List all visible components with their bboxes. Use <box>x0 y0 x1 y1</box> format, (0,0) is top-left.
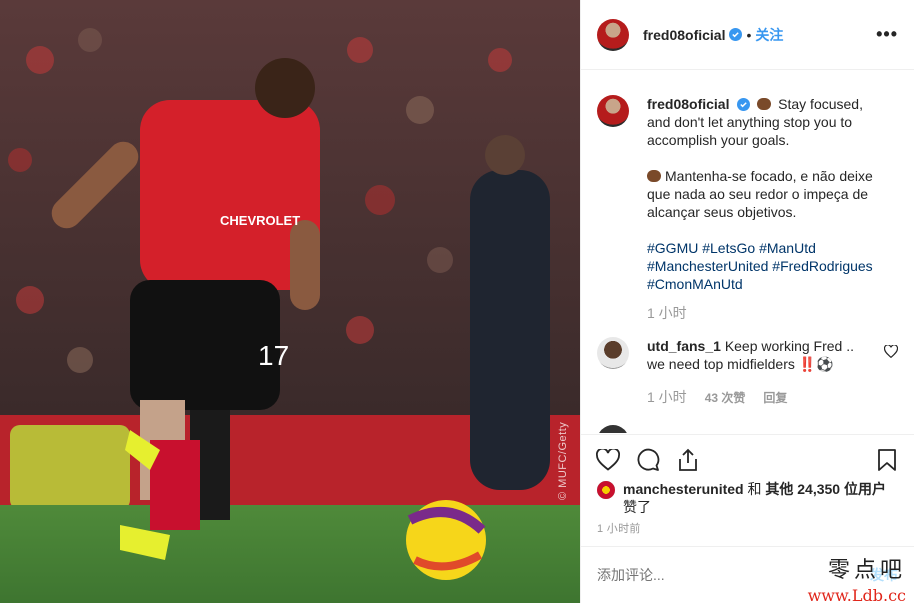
comment-meta: 1 小时 43 次赞 回复 <box>647 387 898 407</box>
verified-badge-icon <box>729 28 743 41</box>
commenter-username[interactable]: utd_fans_1 <box>647 338 721 354</box>
separator-dot: • <box>746 26 752 43</box>
likes-summary: manchesterunited 和 其他 24,350 位用户 赞了 <box>597 480 898 516</box>
caption: fred08oficial Stay focused, and don't le… <box>597 95 898 293</box>
hashtag-link[interactable]: #CmonMAnUtd <box>647 276 743 292</box>
comments-list[interactable]: fred08oficial Stay focused, and don't le… <box>581 71 914 433</box>
likes-count: 24,350 <box>797 481 841 497</box>
hashtag-link[interactable]: #ManUtd <box>759 240 816 256</box>
player-photo-illustration: CHEVROLET 17 <box>0 0 580 603</box>
bookmark-icon[interactable] <box>874 447 900 473</box>
author-username[interactable]: fred08oficial <box>643 27 725 43</box>
flexed-arm-emoji-icon <box>647 170 661 182</box>
liker-avatar[interactable] <box>597 481 615 499</box>
caption-text: fred08oficial Stay focused, and don't le… <box>647 95 883 293</box>
likes-and: 和 <box>747 481 762 497</box>
post-photo[interactable]: CHEVROLET 17 © MUFC/Getty <box>0 0 580 603</box>
caption-username[interactable]: fred08oficial <box>647 96 729 112</box>
heart-icon[interactable] <box>595 447 621 473</box>
post-timestamp[interactable]: 1 小时前 <box>597 520 641 536</box>
site-watermark-name: 零点吧 <box>827 558 906 583</box>
caption-portuguese-paragraph: Mantenha-se focado, e não deixe que nada… <box>647 167 883 221</box>
likes-others-link[interactable]: 其他 24,350 位用户 <box>765 481 886 497</box>
caption-timestamp[interactable]: 1 小时 <box>647 303 898 323</box>
post-side-panel: fred08oficial • 关注 ••• fred08oficial Sta… <box>580 0 914 603</box>
comment-timestamp[interactable]: 1 小时 <box>647 387 687 407</box>
follow-button[interactable]: 关注 <box>755 25 783 45</box>
liker-username[interactable]: manchesterunited <box>623 481 744 497</box>
post-header: fred08oficial • 关注 ••• <box>581 0 914 70</box>
site-watermark: 零点吧 www.Ldb.cc <box>808 552 906 603</box>
commenter-avatar[interactable] <box>597 337 629 369</box>
photo-credit: © MUFC/Getty <box>557 421 569 500</box>
next-commenter-avatar[interactable] <box>597 425 629 433</box>
svg-text:CHEVROLET: CHEVROLET <box>220 213 300 228</box>
likes-verb: 赞了 <box>623 499 651 515</box>
comment-text: utd_fans_1 Keep working Fred .. we need … <box>647 337 865 373</box>
author-avatar[interactable] <box>597 18 629 51</box>
comment-item: utd_fans_1 Keep working Fred .. we need … <box>597 337 899 373</box>
caption-author-avatar[interactable] <box>597 95 629 127</box>
svg-text:17: 17 <box>258 340 289 371</box>
likes-others-suffix: 位用户 <box>843 481 886 497</box>
hashtags: #GGMU #LetsGo #ManUtd #ManchesterUnited … <box>647 239 883 293</box>
share-icon[interactable] <box>675 447 701 473</box>
hashtag-link[interactable]: #ManchesterUnited <box>647 258 768 274</box>
add-comment-input[interactable] <box>597 566 777 583</box>
more-options-icon[interactable]: ••• <box>876 24 898 45</box>
caption-portuguese: Mantenha-se focado, e não deixe que nada… <box>647 168 873 220</box>
comment-reply-button[interactable]: 回复 <box>763 389 787 407</box>
verified-badge-icon <box>737 98 751 111</box>
hashtag-link[interactable]: #LetsGo <box>702 240 755 256</box>
likes-others-prefix: 其他 <box>765 481 794 497</box>
comment-icon[interactable] <box>635 447 661 473</box>
comment-like-heart-icon[interactable] <box>883 344 899 373</box>
likes-text: manchesterunited 和 其他 24,350 位用户 赞了 <box>623 480 886 516</box>
comment-likes-count[interactable]: 43 次赞 <box>705 389 746 407</box>
post-actions-bar <box>581 434 914 484</box>
hashtag-link[interactable]: #FredRodrigues <box>772 258 872 274</box>
hashtag-link[interactable]: #GGMU <box>647 240 698 256</box>
flexed-arm-emoji-icon <box>757 98 772 110</box>
site-watermark-url: www.Ldb.cc <box>807 586 906 603</box>
